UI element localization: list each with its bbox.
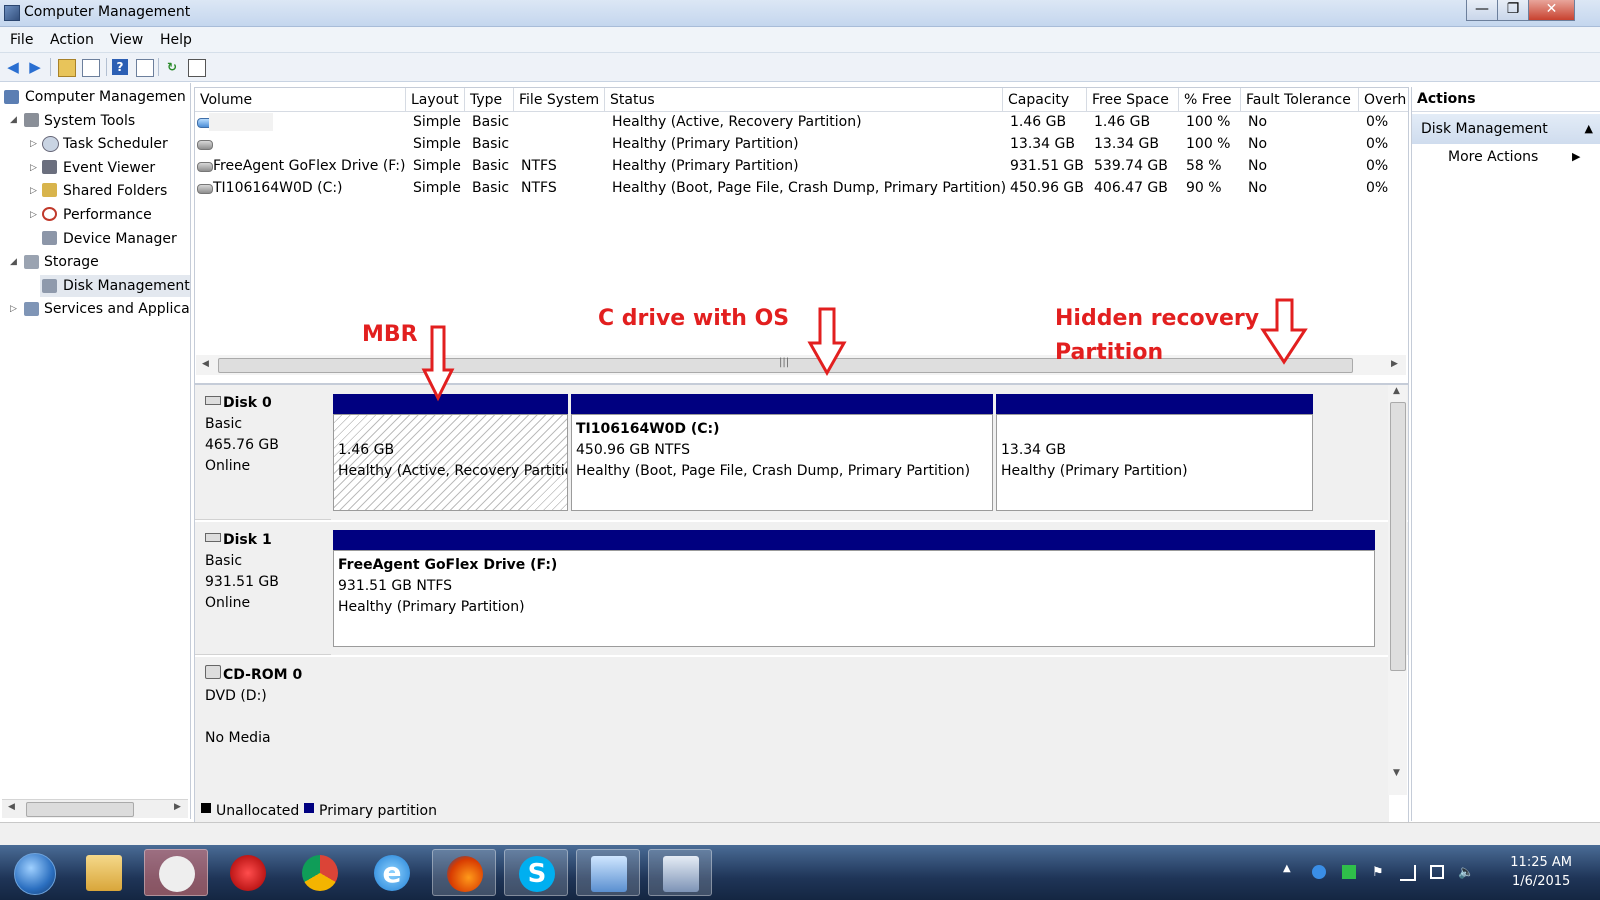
partition-name <box>1001 419 1308 440</box>
submenu-arrow-icon: ▶ <box>1572 150 1581 163</box>
snipping-tool-icon <box>159 856 195 892</box>
tray-shield-icon[interactable] <box>1312 865 1326 879</box>
graph-scroll-thumb[interactable] <box>1390 402 1406 671</box>
show-hidden-icons-icon[interactable]: ▲ <box>1283 863 1291 874</box>
down-arrow-icon <box>1260 298 1308 365</box>
disk-name: CD-ROM 0 <box>223 667 303 683</box>
start-button[interactable] <box>2 849 64 896</box>
scroll-down-icon[interactable]: ▼ <box>1393 768 1400 778</box>
actions-section-label: Disk Management <box>1421 121 1548 137</box>
actions-pane: Actions Disk Management ▲ More Actions ▶ <box>1411 87 1600 821</box>
tray-sync-icon[interactable] <box>1342 865 1356 879</box>
partition-header-bar <box>333 530 1375 550</box>
taskbar-app-skype[interactable]: S <box>504 849 568 896</box>
actions-header: Actions <box>1412 87 1600 112</box>
tree-scroll-thumb[interactable] <box>26 802 134 817</box>
partition-name: FreeAgent GoFlex Drive (F:) <box>338 557 558 573</box>
disk-icon <box>205 533 221 542</box>
partition-size: 450.96 GB NTFS <box>576 442 691 458</box>
taskbar-app-computer-management[interactable] <box>648 849 712 896</box>
partition-status: Healthy (Primary Partition) <box>338 599 525 615</box>
primary-partition-swatch <box>304 803 314 813</box>
actions-section-disk-management[interactable]: Disk Management ▲ <box>1412 114 1600 144</box>
cdrom-0-row <box>331 657 1389 822</box>
tree-horizontal-scrollbar[interactable]: ◀ ▶ <box>2 799 188 818</box>
taskbar-app-chrome[interactable] <box>288 849 352 896</box>
taskbar-app-firefox[interactable] <box>432 849 496 896</box>
remote-desktop-icon <box>591 856 627 892</box>
action-center-flag-icon[interactable]: ⚑ <box>1372 865 1386 880</box>
taskbar-app-ie[interactable]: e <box>360 849 424 896</box>
legend-unallocated: Unallocated <box>216 803 300 819</box>
down-arrow-icon <box>421 325 455 402</box>
partition-size: 1.46 GB <box>338 442 395 458</box>
down-arrow-icon <box>807 307 847 377</box>
legend-primary: Primary partition <box>319 803 437 819</box>
more-actions-label: More Actions <box>1448 149 1539 165</box>
internet-explorer-icon: e <box>374 855 410 891</box>
partition-name <box>338 419 563 440</box>
disk-state: Online <box>205 458 251 474</box>
pokerstars-icon <box>230 855 266 891</box>
scroll-left-icon[interactable]: ◀ <box>8 802 15 812</box>
disk-name: Disk 1 <box>223 532 272 548</box>
partition-status: Healthy (Active, Recovery Partitic <box>338 463 568 479</box>
cdrom-icon <box>205 665 221 679</box>
windows-start-icon <box>14 853 56 895</box>
disk-graphical-view: Disk 0 Basic 465.76 GB Online 1.46 GB He… <box>194 384 1409 823</box>
disk-size: 465.76 GB <box>205 437 279 453</box>
disk-0-partition-c[interactable]: TI106164W0D (C:) 450.96 GB NTFS Healthy … <box>571 414 993 511</box>
disk-type: DVD (D:) <box>205 688 267 704</box>
partition-status: Healthy (Primary Partition) <box>1001 463 1188 479</box>
skype-icon: S <box>519 856 555 892</box>
clock-time: 11:25 AM <box>1510 855 1572 870</box>
status-bar <box>0 822 1600 845</box>
partition-name: TI106164W0D (C:) <box>576 421 720 437</box>
taskbar-app-remote-desktop[interactable] <box>576 849 640 896</box>
taskbar: e S ▲ ⚑ 🔈 11:25 AM 1/6/2015 <box>0 845 1600 900</box>
disk-0-partition-recovery[interactable]: 1.46 GB Healthy (Active, Recovery Partit… <box>333 414 568 511</box>
battery-icon[interactable] <box>1430 865 1444 879</box>
disk-1-info[interactable]: Disk 1 Basic 931.51 GB Online <box>195 522 331 655</box>
network-signal-icon[interactable] <box>1400 865 1416 881</box>
partition-size: 13.34 GB <box>1001 442 1066 458</box>
collapse-up-icon[interactable]: ▲ <box>1585 114 1593 144</box>
disk-state: No Media <box>205 730 271 746</box>
chrome-icon <box>302 855 338 891</box>
partition-size: 931.51 GB NTFS <box>338 578 453 594</box>
file-explorer-icon <box>86 855 122 891</box>
firefox-icon <box>447 856 483 892</box>
graph-vertical-scrollbar[interactable]: ▲ ▼ <box>1388 385 1407 795</box>
taskbar-app-explorer[interactable] <box>72 849 136 896</box>
disk-type: Basic <box>205 553 243 569</box>
partition-status: Healthy (Boot, Page File, Crash Dump, Pr… <box>576 463 971 479</box>
computer-management-icon <box>663 856 699 892</box>
disk-0-partition-hidden[interactable]: 13.34 GB Healthy (Primary Partition) <box>996 414 1313 511</box>
cdrom-0-info[interactable]: CD-ROM 0 DVD (D:) No Media <box>195 657 331 822</box>
clock-date: 1/6/2015 <box>1511 874 1571 889</box>
scroll-right-icon[interactable]: ▶ <box>174 802 181 812</box>
taskbar-app-snipping[interactable] <box>144 849 208 896</box>
disk-size: 931.51 GB <box>205 574 279 590</box>
disk-state: Online <box>205 595 251 611</box>
clock[interactable]: 11:25 AM 1/6/2015 <box>1510 853 1572 891</box>
legend: Unallocated Primary partition <box>196 800 1407 820</box>
taskbar-app-pokerstars[interactable] <box>216 849 280 896</box>
unallocated-swatch <box>201 803 211 813</box>
annotation-arrows <box>421 298 1308 402</box>
disk-1-partition-f[interactable]: FreeAgent GoFlex Drive (F:) 931.51 GB NT… <box>333 550 1375 647</box>
volume-speaker-icon[interactable]: 🔈 <box>1458 865 1474 880</box>
more-actions-item[interactable]: More Actions ▶ <box>1448 149 1580 165</box>
